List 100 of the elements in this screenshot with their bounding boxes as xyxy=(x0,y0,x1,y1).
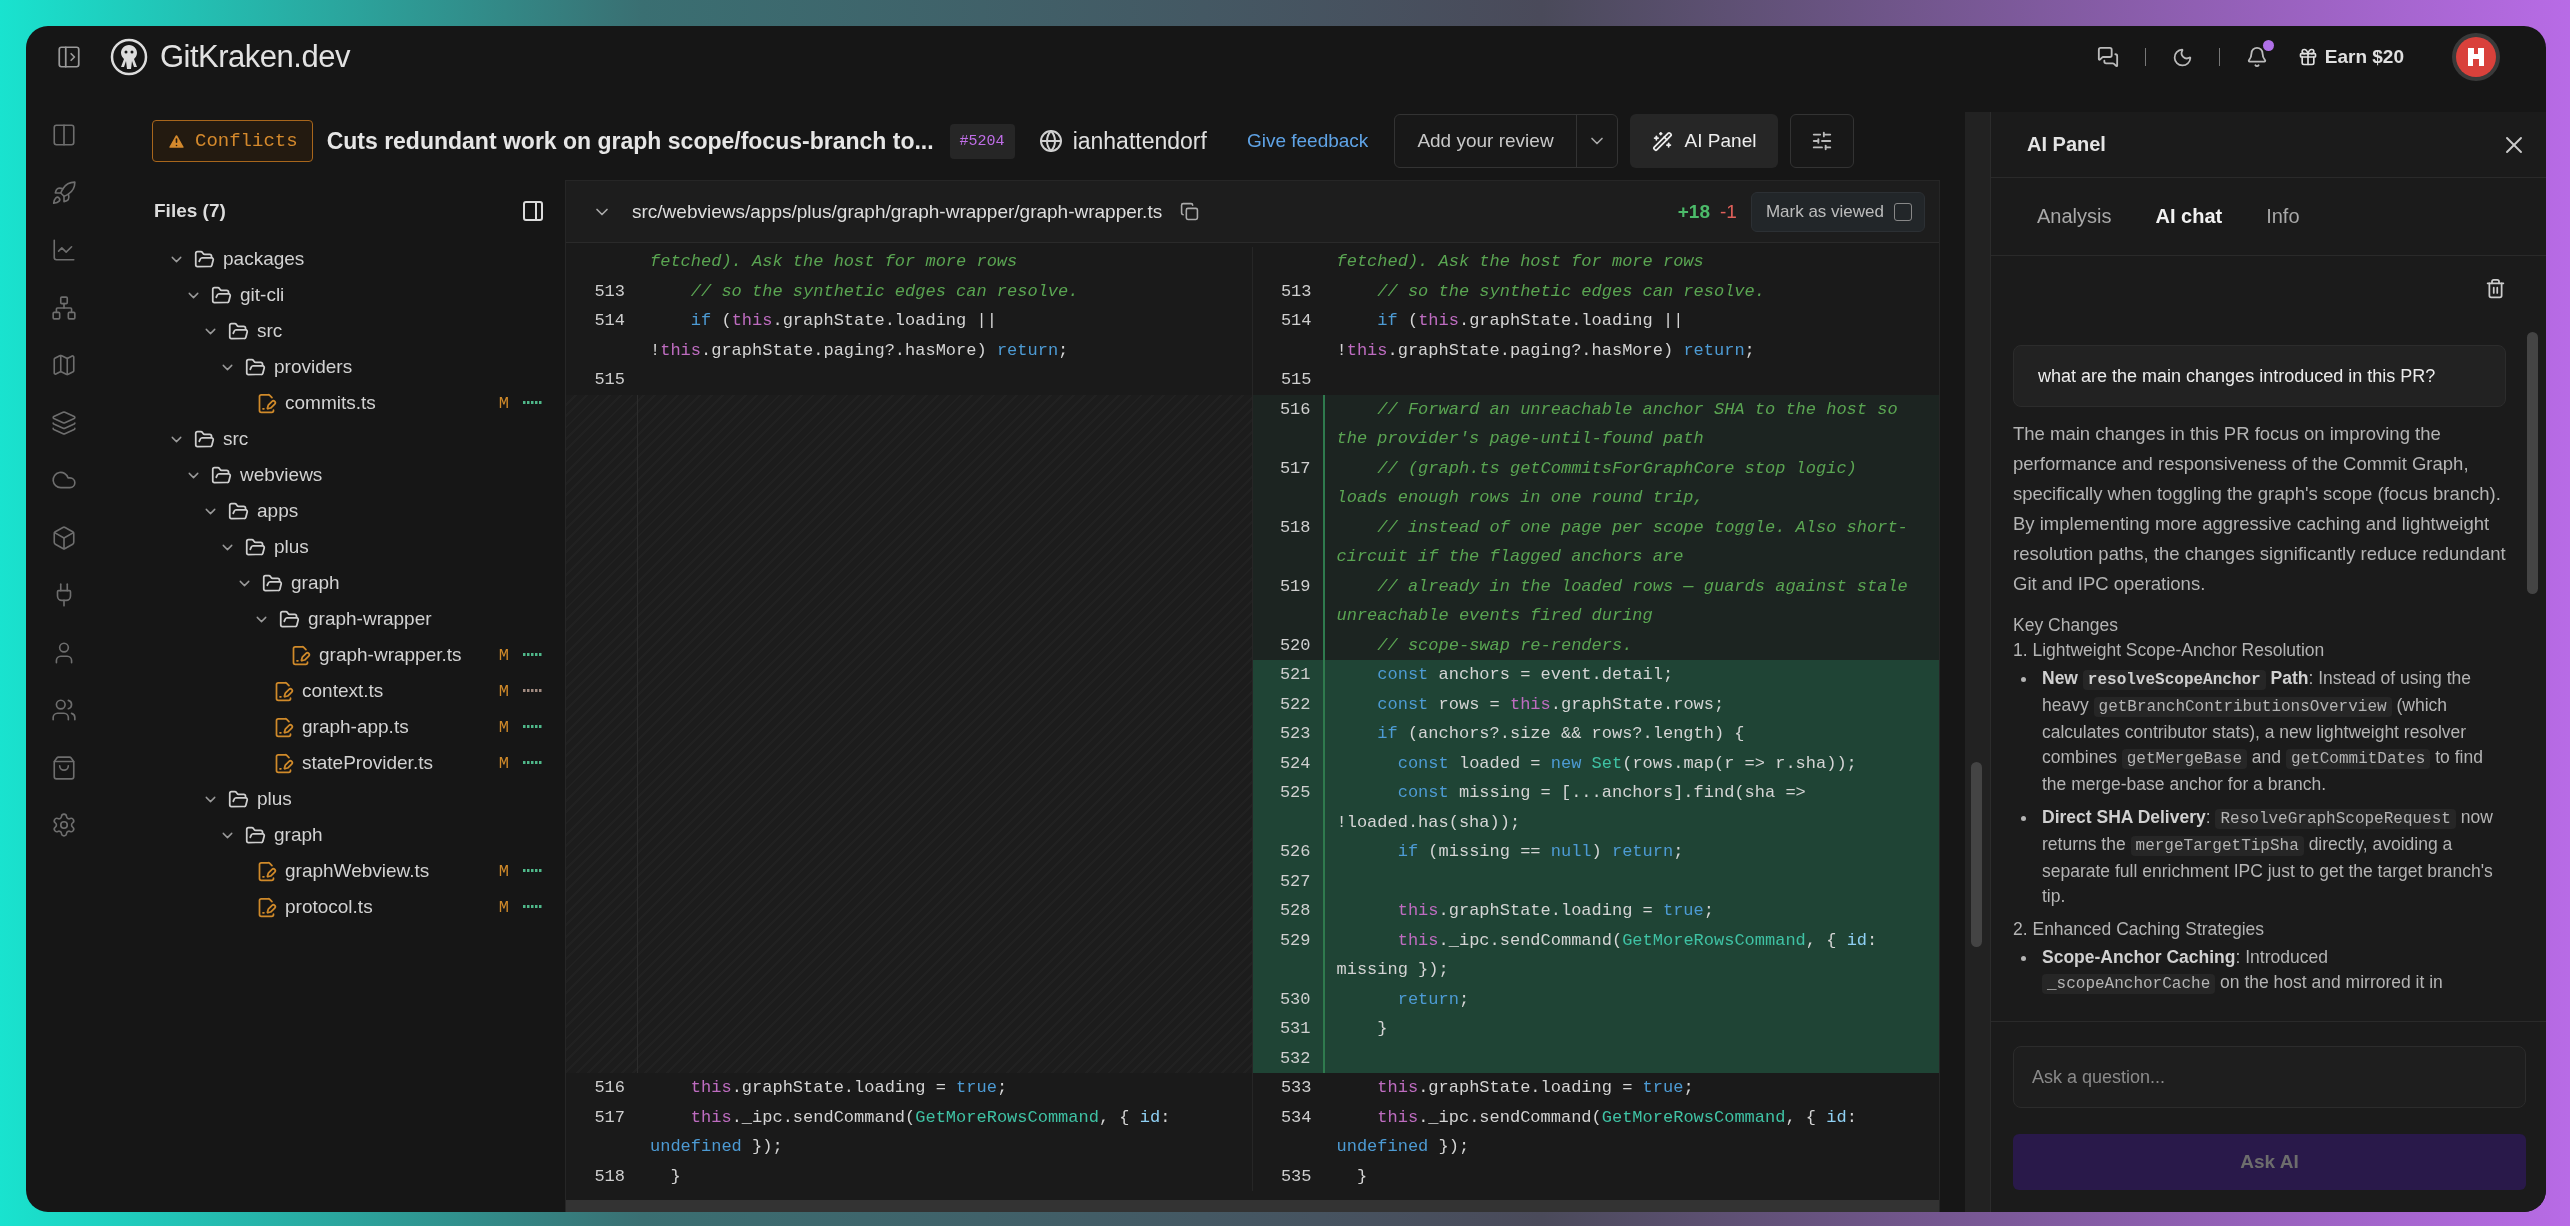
feedback-link[interactable]: Give feedback xyxy=(1246,130,1369,152)
folder-icon xyxy=(211,284,232,306)
bag-icon[interactable] xyxy=(51,754,77,781)
file-name: stateProvider.ts xyxy=(302,752,433,774)
moon-icon[interactable] xyxy=(2171,46,2193,68)
people-icon[interactable] xyxy=(51,697,77,723)
list-item: Scope-Anchor Caching: Introduced _scopeAnchorCache on the host and mirrored it in xyxy=(2042,946,2444,996)
code-line: } xyxy=(1376,1018,1389,1040)
folder-name: src xyxy=(223,428,249,450)
trash-icon[interactable] xyxy=(2485,278,2506,299)
folder-row[interactable]: git-cli xyxy=(152,277,565,313)
folder-name: graph-wrapper xyxy=(308,608,432,630)
answer-heading: Key Changes xyxy=(2013,614,2120,637)
tab[interactable]: Info xyxy=(2266,205,2300,228)
gift-icon xyxy=(2297,47,2318,67)
copy-icon[interactable] xyxy=(1180,202,1200,221)
file-row[interactable]: stateProvider.ts M xyxy=(152,745,565,781)
file-row[interactable]: context.ts M xyxy=(152,673,565,709)
code-line: const anchors = event.detail; xyxy=(1376,664,1675,686)
question-field[interactable]: Ask a question... xyxy=(2013,1046,2526,1108)
line-number: 515 xyxy=(1279,369,1313,391)
ai-panel-button[interactable]: AI Panel xyxy=(1629,114,1779,168)
settings-icon[interactable] xyxy=(51,812,77,838)
rocket-icon[interactable] xyxy=(51,179,77,206)
folder-name: packages xyxy=(223,248,305,270)
folder-row[interactable]: providers xyxy=(152,349,565,385)
cube-icon[interactable] xyxy=(51,524,77,551)
code-line: // so the synthetic edges can resolve. xyxy=(689,280,1080,303)
folder-row[interactable]: apps xyxy=(152,493,565,529)
folder-row[interactable]: graph xyxy=(152,817,565,853)
folder-icon xyxy=(245,356,266,378)
file-status: M xyxy=(498,753,509,773)
user-message: what are the main changes introduced in this PR? xyxy=(2013,345,2506,407)
code-line: this.graphState.loading = true; xyxy=(689,1077,1009,1099)
earn-link[interactable]: Earn $20 xyxy=(2297,46,2404,68)
layers-icon[interactable] xyxy=(51,409,77,436)
line-number: 515 xyxy=(593,369,626,391)
file-row[interactable]: commits.ts M xyxy=(152,385,565,421)
folder-row[interactable]: graph-wrapper xyxy=(152,601,565,637)
map-icon[interactable] xyxy=(51,352,77,378)
folder-icon xyxy=(228,500,249,522)
line-number: 535 xyxy=(1279,1165,1313,1188)
folder-row[interactable]: webviews xyxy=(152,457,565,493)
settings-button[interactable] xyxy=(1790,114,1855,168)
file-row[interactable]: graph-wrapper.ts M xyxy=(152,637,565,673)
files-title: Files (7) xyxy=(154,200,226,222)
panels-icon[interactable] xyxy=(51,122,77,148)
code-line: this.graphState.loading = true; xyxy=(1396,900,1715,922)
folder-row[interactable]: src xyxy=(152,313,565,349)
folder-name: apps xyxy=(257,500,299,522)
folder-row[interactable]: packages xyxy=(152,241,565,277)
file-row[interactable]: graphWebview.ts M xyxy=(152,853,565,889)
code-line: this._ipc.sendCommand(GetMoreRowsCommand, { id: undefined }); xyxy=(1335,1106,1858,1158)
folder-icon xyxy=(245,824,266,846)
code-line: return; xyxy=(1396,988,1471,1011)
code-line: this._ipc.sendCommand(GetMoreRowsCommand, { id: missing }); xyxy=(1335,929,1879,981)
pr-number: #5204 xyxy=(949,123,1015,159)
folder-icon xyxy=(211,464,232,486)
folder-icon xyxy=(194,248,215,270)
folder-row[interactable]: plus xyxy=(152,781,565,817)
mark-viewed-button[interactable]: Mark as viewed xyxy=(1750,191,1925,232)
code-line: const loaded = new Set(rows.map(r => r.sha)); xyxy=(1396,752,1858,775)
code-line: const rows = this.graphState.rows; xyxy=(1376,693,1726,716)
folder-row[interactable]: graph xyxy=(152,565,565,601)
tab[interactable]: Analysis xyxy=(2037,205,2112,228)
file-row[interactable]: protocol.ts M xyxy=(152,889,565,925)
chat-icon[interactable] xyxy=(2096,46,2119,68)
folder-icon xyxy=(194,428,215,450)
avatar-icon[interactable] xyxy=(2452,33,2500,81)
file-icon xyxy=(273,680,294,702)
file-status: M xyxy=(498,681,509,701)
code-line: this._ipc.sendCommand(GetMoreRowsCommand, { id: undefined }); xyxy=(649,1106,1172,1158)
code-line: if (missing == null) return; xyxy=(1396,841,1685,863)
line-number: 517 xyxy=(593,1106,626,1129)
file-name: protocol.ts xyxy=(285,896,373,918)
logo-icon xyxy=(110,38,148,76)
file-name: graph-app.ts xyxy=(302,716,409,738)
panel-title: AI Panel xyxy=(2027,133,2106,156)
folder-icon xyxy=(228,788,249,810)
folder-row[interactable]: src xyxy=(152,421,565,457)
file-name: graph-wrapper.ts xyxy=(319,644,462,666)
tab[interactable]: AI chat xyxy=(2155,205,2223,228)
chart-icon[interactable] xyxy=(51,237,77,263)
file-icon xyxy=(256,896,277,918)
line-number: 533 xyxy=(1279,1077,1313,1099)
sliders-icon xyxy=(1811,130,1834,152)
code-line: } xyxy=(1355,1165,1369,1188)
line-number: 518 xyxy=(593,1165,626,1188)
sidebar-toggle-icon[interactable] xyxy=(56,44,82,70)
logo-text: GitKraken.dev xyxy=(160,39,350,75)
folder-row[interactable]: plus xyxy=(152,529,565,565)
code-line: // instead of one page per scope toggle. Also short-circuit if the flagged anchors are xyxy=(1335,516,1909,568)
line-number: 513 xyxy=(1279,280,1313,303)
list-item: Direct SHA Delivery: ResolveGraphScopeRequest now returns the mergeTargetTipSha directly, avoiding a separate full enrichment IPC just to get the target branch's tip. xyxy=(2042,806,2494,908)
file-row[interactable]: graph-app.ts M xyxy=(152,709,565,745)
panel-toggle-icon[interactable] xyxy=(521,199,545,223)
wand-icon xyxy=(1651,130,1673,152)
code-line: if (this.graphState.loading || !this.graphState.paging?.hasMore) return; xyxy=(1335,310,1756,362)
network-icon[interactable] xyxy=(51,294,77,321)
folder-name: plus xyxy=(274,536,309,558)
